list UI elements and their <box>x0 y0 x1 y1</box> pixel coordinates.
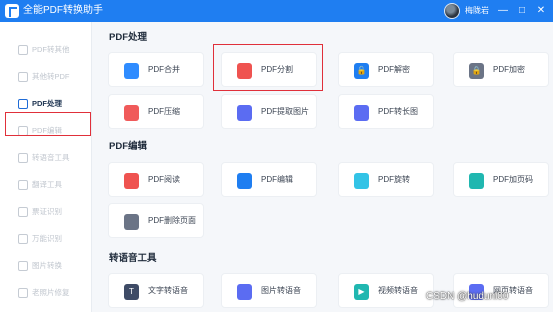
maximize-icon[interactable]: □ <box>514 3 530 19</box>
card-image-to-speech[interactable]: 图片转语音 <box>221 273 317 308</box>
sidebar: PDF转其他 其他转PDF PDF处理 PDF编辑 转语音工具 翻译工具 票证识… <box>0 22 92 312</box>
card-label: PDF旋转 <box>378 175 410 184</box>
compress-icon <box>124 105 139 121</box>
card-label: PDF解密 <box>378 65 410 74</box>
card-pdf-page-number[interactable]: PDF加页码 <box>453 162 549 197</box>
card-label: PDF编辑 <box>261 175 293 184</box>
delete-page-icon <box>124 214 139 230</box>
card-pdf-delete-pages[interactable]: PDF删除页面 <box>108 203 204 238</box>
username[interactable]: 梅陇岩 <box>465 5 489 17</box>
ticket-icon <box>18 207 28 217</box>
section-title-pdf-process: PDF处理 <box>109 32 148 43</box>
long-image-icon <box>354 105 369 121</box>
sidebar-item-other-to-pdf[interactable]: 其他转PDF <box>0 64 92 90</box>
pen-icon <box>237 173 252 189</box>
sidebar-item-label: 翻译工具 <box>32 180 62 189</box>
card-label: 视频转语音 <box>378 286 418 295</box>
sidebar-item-label: 万能识别 <box>32 234 62 243</box>
card-pdf-decrypt[interactable]: 🔓 PDF解密 <box>338 52 434 87</box>
sidebar-item-translate[interactable]: 翻译工具 <box>0 172 92 198</box>
card-pdf-encrypt[interactable]: 🔒 PDF加密 <box>453 52 549 87</box>
sidebar-item-pdf-to-other[interactable]: PDF转其他 <box>0 37 92 63</box>
title-bar: 全能PDF转换助手 梅陇岩 — □ ✕ <box>0 0 553 22</box>
card-video-to-speech[interactable]: ▶ 视频转语音 <box>338 273 434 308</box>
close-icon[interactable]: ✕ <box>533 3 549 19</box>
sidebar-item-label: 其他转PDF <box>32 72 70 81</box>
sidebar-item-label: PDF处理 <box>32 99 62 108</box>
image-icon <box>237 105 252 121</box>
convert-icon <box>18 72 28 82</box>
watermark: CSDN @huduni00 <box>426 291 509 302</box>
sidebar-item-ticket-ocr[interactable]: 票证识别 <box>0 199 92 225</box>
speech-icon <box>18 153 28 163</box>
sidebar-item-label: 票证识别 <box>32 207 62 216</box>
sidebar-item-image-convert[interactable]: 图片转换 <box>0 253 92 279</box>
card-pdf-compress[interactable]: PDF压缩 <box>108 94 204 129</box>
card-pdf-extract-images[interactable]: PDF提取图片 <box>221 94 317 129</box>
sidebar-item-universal-ocr[interactable]: 万能识别 <box>0 226 92 252</box>
minimize-icon[interactable]: — <box>495 3 511 19</box>
card-pdf-edit[interactable]: PDF编辑 <box>221 162 317 197</box>
sidebar-item-speech-tools[interactable]: 转语音工具 <box>0 145 92 171</box>
convert-icon <box>18 45 28 55</box>
unlock-icon: 🔓 <box>354 63 369 79</box>
text-icon: T <box>124 284 139 300</box>
card-pdf-rotate[interactable]: PDF旋转 <box>338 162 434 197</box>
card-label: PDF阅读 <box>148 175 180 184</box>
card-label: PDF转长图 <box>378 107 418 116</box>
main-panel: PDF处理 PDF合并 PDF分割 🔓 PDF解密 🔒 PDF加密 PDF压缩 … <box>93 22 553 312</box>
card-pdf-read[interactable]: PDF阅读 <box>108 162 204 197</box>
pdf-process-icon <box>18 99 28 109</box>
book-icon <box>124 173 139 189</box>
scan-icon <box>18 234 28 244</box>
sidebar-item-label: 转语音工具 <box>32 153 70 162</box>
card-pdf-merge[interactable]: PDF合并 <box>108 52 204 87</box>
selection-highlight <box>213 44 323 91</box>
image-icon <box>237 284 252 300</box>
card-label: PDF提取图片 <box>261 107 309 116</box>
photo-icon <box>18 288 28 298</box>
lock-icon: 🔒 <box>469 63 484 79</box>
section-title-pdf-edit: PDF编辑 <box>109 141 148 152</box>
section-title-speech-tools: 转语音工具 <box>109 253 157 264</box>
app-title: 全能PDF转换助手 <box>23 5 103 16</box>
app-logo-icon <box>5 4 19 18</box>
card-label: PDF压缩 <box>148 107 180 116</box>
sidebar-item-label: 图片转换 <box>32 261 62 270</box>
rotate-icon <box>354 173 369 189</box>
merge-icon <box>124 63 139 79</box>
image-icon <box>18 261 28 271</box>
card-pdf-to-long-image[interactable]: PDF转长图 <box>338 94 434 129</box>
video-icon: ▶ <box>354 284 369 300</box>
card-label: PDF加密 <box>493 65 525 74</box>
card-label: PDF加页码 <box>493 175 533 184</box>
card-label: PDF删除页面 <box>148 216 196 225</box>
card-text-to-speech[interactable]: T 文字转语音 <box>108 273 204 308</box>
card-label: 图片转语音 <box>261 286 301 295</box>
translate-icon <box>18 180 28 190</box>
sidebar-item-label: PDF转其他 <box>32 45 70 54</box>
sidebar-item-label: 老照片修复 <box>32 288 70 297</box>
avatar[interactable] <box>444 3 460 19</box>
card-label: PDF合并 <box>148 65 180 74</box>
selection-highlight <box>5 112 91 136</box>
page-number-icon <box>469 173 484 189</box>
sidebar-item-photo-restore[interactable]: 老照片修复 <box>0 280 92 306</box>
card-label: 文字转语音 <box>148 286 188 295</box>
